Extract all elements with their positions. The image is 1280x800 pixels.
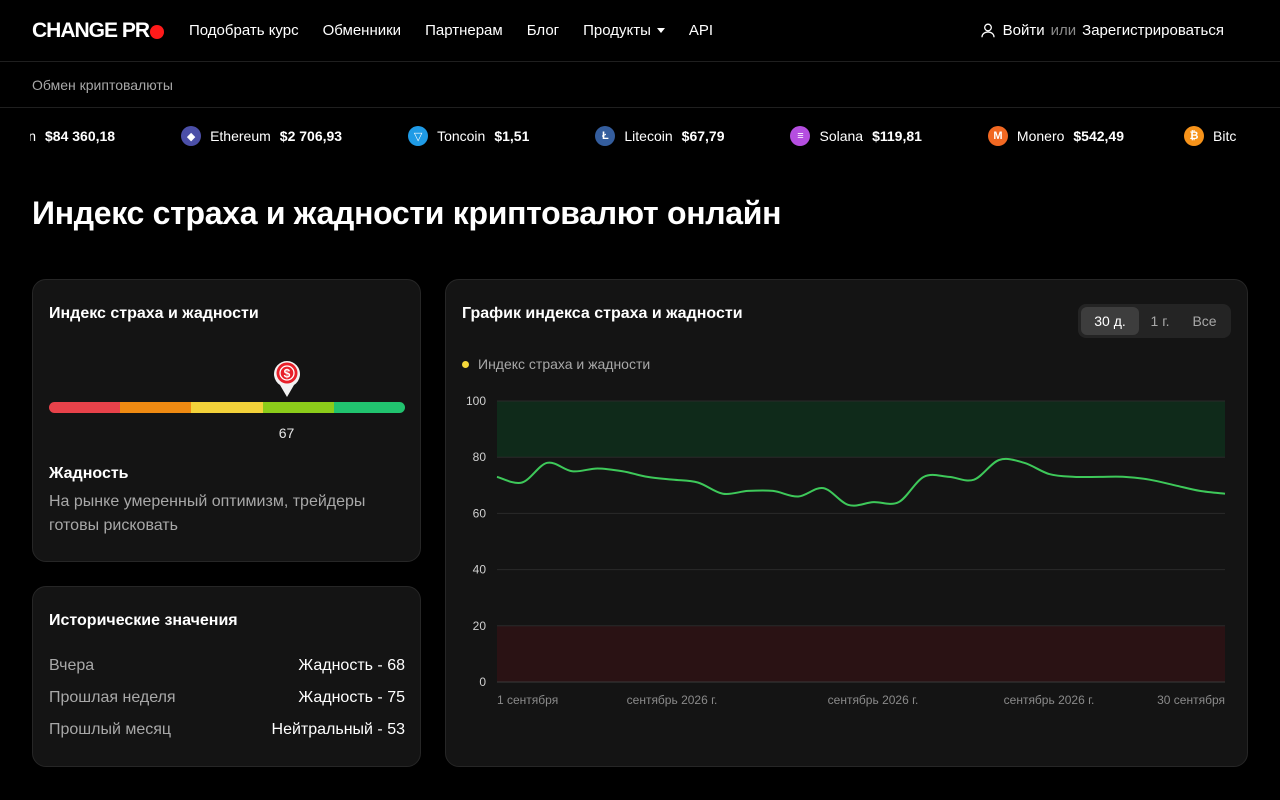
history-value: Жадность - 68 [298,657,405,674]
dollar-pin-icon: $ [273,361,300,397]
monero-icon: M [987,126,1008,146]
ticker-price: $1,51 [494,128,530,144]
x-tick-label: 1 сентября [497,693,558,707]
nav-products-label: Продукты [583,22,651,39]
y-tick-label: 60 [473,506,487,520]
register-link[interactable]: Зарегистрироваться [1082,22,1224,39]
gauge-value: 67 [278,425,295,441]
fear-greed-line-chart: 0 20 40 60 80 100 1 сентября сентябрь 2026 г. се… [466,394,1226,707]
auth-links: Войти или Зарегистрироваться [981,22,1224,39]
ticker-price: $119,81 [872,128,922,144]
solana-icon: ≡ [790,126,811,146]
history-row: Прошлая неделя Жадность - 75 [49,689,405,707]
ticker-coin-name: Monero [1016,128,1065,144]
gauge-segment [262,402,334,413]
ticker-coin-name: Ethereum [210,128,271,144]
or-text: или [1050,22,1077,39]
ticker-item[interactable]: ▽ Toncoin $1,51 [408,126,529,146]
ticker-coin-name: Bitc [1213,128,1237,144]
site-header: CHANGE PR Подобрать курс Обменники Партн… [0,0,1280,62]
y-tick-label: 20 [473,619,487,633]
ticker-item[interactable]: M Monero $542,49 [987,126,1124,146]
ticker-item[interactable]: n $84 360,18 [30,126,115,146]
history-label: Прошлый месяц [49,721,172,738]
nav-exchangers[interactable]: Обменники [323,22,401,39]
y-tick-label: 80 [473,450,487,464]
history-value: Нейтральный - 53 [271,721,405,738]
range-switcher: 30 д. 1 г. Все [1078,304,1231,338]
chart-zone-band [497,401,1225,458]
ticker-item[interactable]: ₿ Bitc [1184,126,1245,146]
x-tick-label: сентябрь 2026 г. [1004,693,1095,707]
ticker-price: $542,49 [1073,128,1124,144]
nav-products[interactable]: Продукты [583,22,665,39]
ticker-coin-name: Solana [819,128,864,144]
history-label: Прошлая неделя [49,689,176,706]
gauge-segment [120,402,192,413]
nav-blog[interactable]: Блог [527,22,559,39]
ticker-coin-name: Toncoin [437,128,486,144]
y-tick-label: 40 [473,563,487,577]
gauge-description: На рынке умеренный оптимизм, трейдеры го… [49,493,366,534]
ethereum-icon: ◆ [181,126,202,146]
ticker-price: $84 360,18 [45,128,116,144]
range-1y-button[interactable]: 1 г. [1139,307,1181,335]
bitcoin-icon: ₿ [1184,126,1204,146]
user-icon [981,23,995,38]
chart-title: График индекса страха и жадности [462,305,743,322]
gauge-segment [333,402,405,413]
legend-label: Индекс страха и жадности [478,356,651,372]
history-label: Вчера [49,657,95,674]
litecoin-icon: Ł [595,126,616,146]
ticker-item[interactable]: ◆ Ethereum $2 706,93 [181,126,342,146]
breadcrumb[interactable]: Обмен криптовалюты [32,77,173,93]
history-row: Вчера Жадность - 68 [49,657,405,675]
history-title: Исторические значения [49,612,238,629]
range-30d-button[interactable]: 30 д. [1081,307,1139,335]
history-card: Исторические значения Вчера Жадность - 6… [32,586,421,767]
ticker-track: n $84 360,18 ◆ Ethereum $2 706,93 ▽ Toncoin $1,… [0,126,1245,146]
logo-text: CHANGE PR [32,19,150,42]
logo-dot-icon [150,24,165,39]
history-row: Прошлый месяц Нейтральный - 53 [49,721,405,739]
legend-dot-icon [462,360,469,368]
y-tick-label: 100 [466,394,486,408]
chart-legend[interactable]: Индекс страха и жадности [462,356,650,372]
page-title: Индекс страха и жадности криптовалют онл… [32,195,782,231]
ticker-price: $2 706,93 [279,128,343,144]
login-link[interactable]: Войти [1003,22,1045,39]
main-nav: Подобрать курс Обменники Партнерам Блог … [189,22,713,39]
ticker-coin-name: Litecoin [624,128,673,144]
gauge-segment [49,402,121,413]
history-value: Жадность - 75 [298,689,405,706]
x-tick-label: 30 сентября [1157,693,1225,707]
ticker-item[interactable]: Ł Litecoin $67,79 [595,126,724,146]
chevron-down-icon [656,28,665,33]
x-tick-label: сентябрь 2026 г. [627,693,718,707]
toncoin-icon: ▽ [408,126,429,146]
gauge-title: Индекс страха и жадности [49,305,259,322]
ticker-coin-name-cut: n [30,128,36,144]
nav-choose-rate[interactable]: Подобрать курс [189,22,299,39]
nav-partners[interactable]: Партнерам [425,22,503,39]
ticker-price: $67,79 [681,128,725,144]
gauge-scale [49,402,405,413]
breadcrumb-bar: Обмен криптовалюты [0,62,1280,108]
series-line [496,457,1226,507]
gauge-mood: Жадность [49,465,129,482]
ticker-item[interactable]: ≡ Solana $119,81 [790,126,922,146]
x-tick-label: сентябрь 2026 г. [828,693,919,707]
nav-api[interactable]: API [689,22,713,39]
svg-text:$: $ [283,367,290,381]
chart-card: График индекса страха и жадности 30 д. 1… [445,279,1248,767]
price-ticker: n $84 360,18 ◆ Ethereum $2 706,93 ▽ Toncoin $1,… [0,108,1280,162]
gauge-segment [191,402,263,413]
gauge-card: Индекс страха и жадности $ 67 Жадность Н… [32,279,421,562]
logo[interactable]: CHANGE PR [32,19,165,43]
y-tick-label: 0 [479,675,486,689]
range-all-button[interactable]: Все [1181,307,1228,335]
chart-zone-band [497,625,1225,682]
